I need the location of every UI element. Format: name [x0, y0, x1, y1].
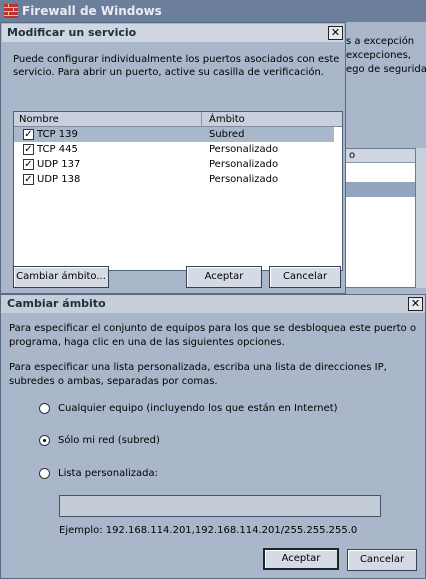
dialog-title: Cambiar ámbito: [1, 295, 425, 313]
close-icon[interactable]: ✕: [328, 26, 343, 40]
checkbox[interactable]: ✓: [23, 159, 34, 170]
accept-button[interactable]: Aceptar: [186, 266, 262, 288]
port-scope: Subred: [209, 129, 245, 140]
port-name: UDP 137: [37, 159, 81, 170]
radio-my-network[interactable]: [39, 435, 50, 446]
port-scope: Personalizado: [209, 159, 279, 170]
list-selected-row[interactable]: [345, 182, 415, 197]
example-text: Ejemplo: 192.168.114.201,192.168.114.201…: [59, 525, 358, 536]
custom-list-instructions: Para especificar una lista personalizada…: [9, 362, 387, 387]
firewall-titlebar: Firewall de Windows: [0, 0, 426, 22]
port-row[interactable]: ✓ TCP 139 Subred: [14, 127, 334, 142]
bg-text-line: ego de seguridad: [346, 64, 426, 75]
accept-button[interactable]: Aceptar: [263, 548, 339, 570]
port-row[interactable]: ✓ UDP 137 Personalizado: [14, 157, 334, 172]
bg-text-line: s a excepción: [346, 36, 415, 47]
list-header: Nombre Ámbito: [14, 112, 342, 127]
port-name: UDP 138: [37, 174, 81, 185]
cancel-button[interactable]: Cancelar: [347, 549, 417, 571]
dialog-description: Puede configurar individualmente los pue…: [13, 54, 340, 78]
radio-label[interactable]: Cualquier equipo (incluyendo los que est…: [58, 402, 338, 416]
port-name: TCP 445: [37, 144, 78, 155]
port-scope: Personalizado: [209, 144, 279, 155]
scope-instructions: Para especificar el conjunto de equipos …: [9, 323, 417, 348]
port-scope: Personalizado: [209, 174, 279, 185]
modify-service-dialog: Modificar un servicio ✕ Puede configurar…: [0, 22, 346, 294]
ports-list[interactable]: Nombre Ámbito ✓ TCP 139 Subred ✓ TCP 445…: [13, 111, 343, 271]
radio-any-computer[interactable]: [39, 403, 50, 414]
scrollbar[interactable]: [416, 148, 426, 288]
custom-list-input[interactable]: [59, 495, 381, 517]
port-row[interactable]: ✓ TCP 445 Personalizado: [14, 142, 334, 157]
column-header-scope[interactable]: Ámbito: [204, 112, 332, 127]
firewall-icon: [4, 4, 18, 18]
change-scope-button[interactable]: Cambiar ámbito...: [13, 266, 109, 288]
list-header: o: [345, 149, 415, 163]
cancel-button[interactable]: Cancelar: [269, 266, 341, 288]
window-title: Firewall de Windows: [22, 4, 162, 18]
bg-text-line: excepciones,: [346, 50, 411, 61]
radio-custom-list[interactable]: [39, 468, 50, 479]
checkbox[interactable]: ✓: [23, 174, 34, 185]
port-row[interactable]: ✓ UDP 138 Personalizado: [14, 172, 334, 187]
column-header-name[interactable]: Nombre: [14, 112, 202, 127]
checkbox[interactable]: ✓: [23, 144, 34, 155]
radio-label[interactable]: Sólo mi red (subred): [58, 434, 160, 448]
exceptions-list[interactable]: o: [344, 148, 416, 288]
change-scope-dialog: Cambiar ámbito ✕ Para especificar el con…: [0, 294, 426, 579]
close-icon[interactable]: ✕: [408, 297, 423, 311]
port-name: TCP 139: [37, 129, 78, 140]
dialog-title: Modificar un servicio: [2, 24, 344, 42]
radio-label[interactable]: Lista personalizada:: [58, 467, 158, 481]
checkbox[interactable]: ✓: [23, 129, 34, 140]
